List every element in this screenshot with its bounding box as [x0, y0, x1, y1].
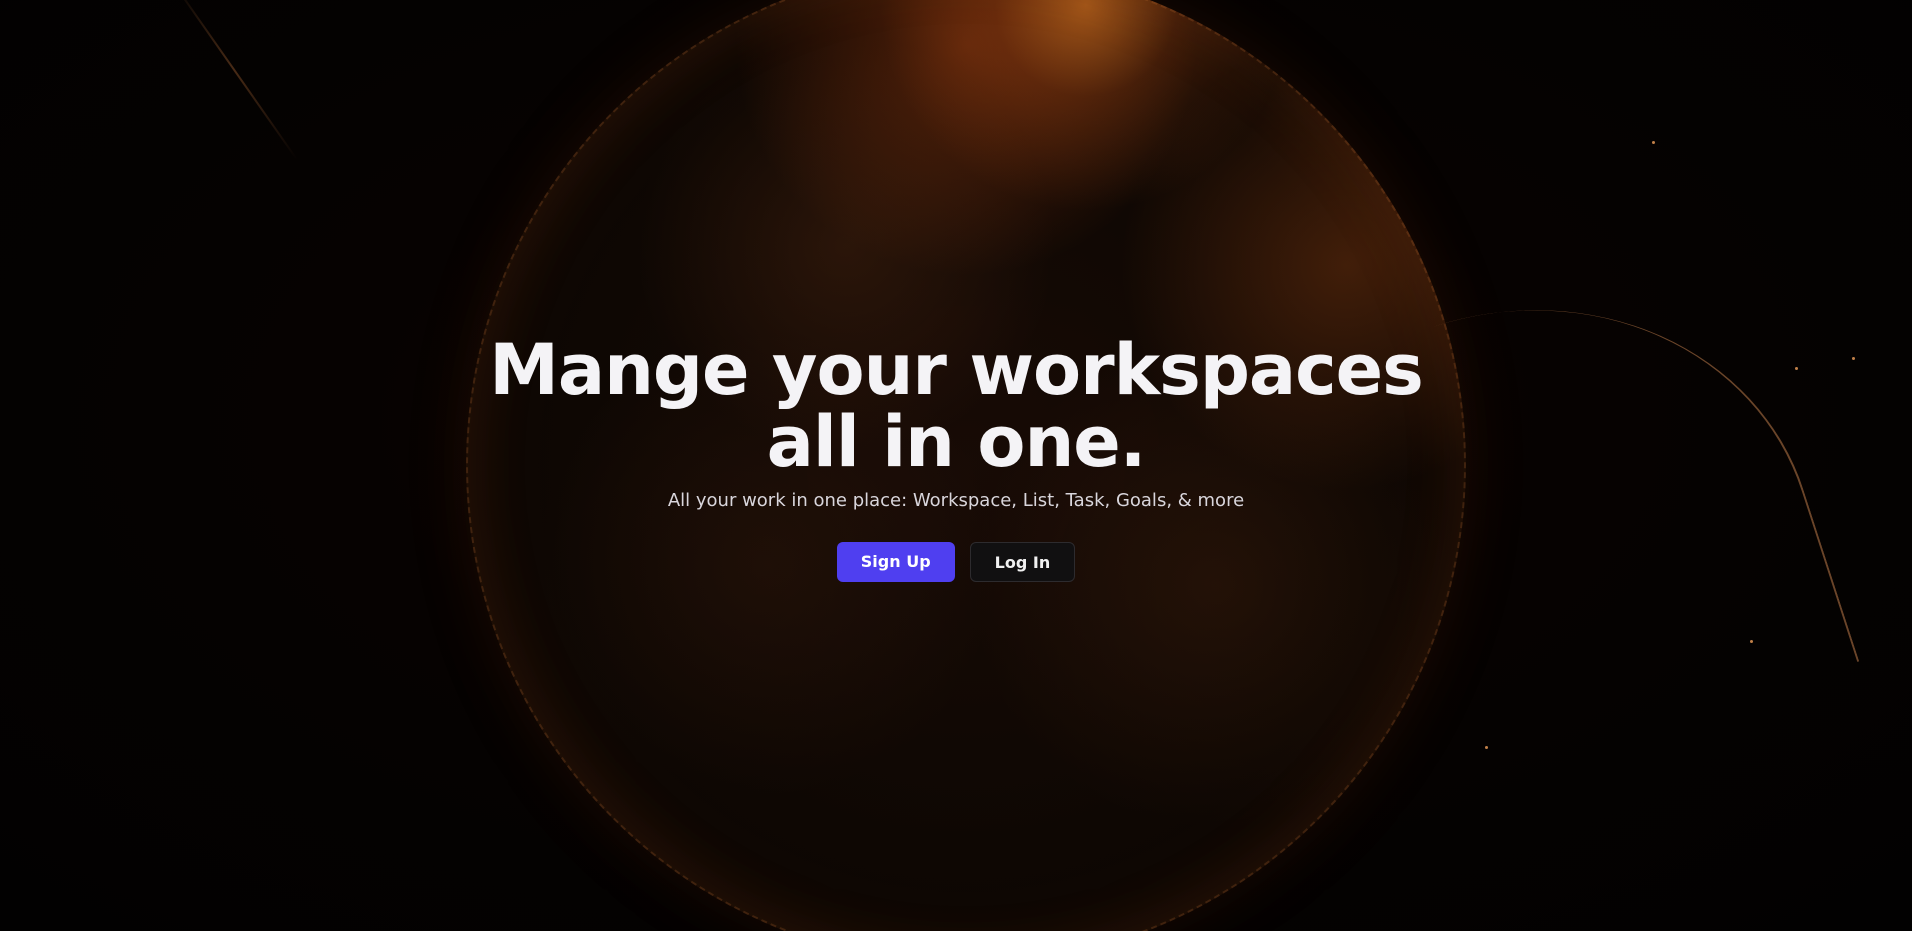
light-streak-decoration [170, 0, 298, 161]
hero-section: Mange your workspaces all in one. All yo… [0, 334, 1912, 582]
star-decoration [1652, 141, 1655, 144]
hero-title: Mange your workspaces all in one. [489, 329, 1424, 483]
hero-subtitle: All your work in one place: Workspace, L… [667, 490, 1245, 511]
sign-up-button[interactable]: Sign Up [836, 542, 955, 582]
star-decoration [1485, 746, 1488, 749]
hero-actions: Sign Up Log In [0, 542, 1912, 582]
log-in-button[interactable]: Log In [969, 542, 1076, 582]
star-decoration [1750, 640, 1753, 643]
landing-page: Mange your workspaces all in one. All yo… [0, 0, 1912, 931]
